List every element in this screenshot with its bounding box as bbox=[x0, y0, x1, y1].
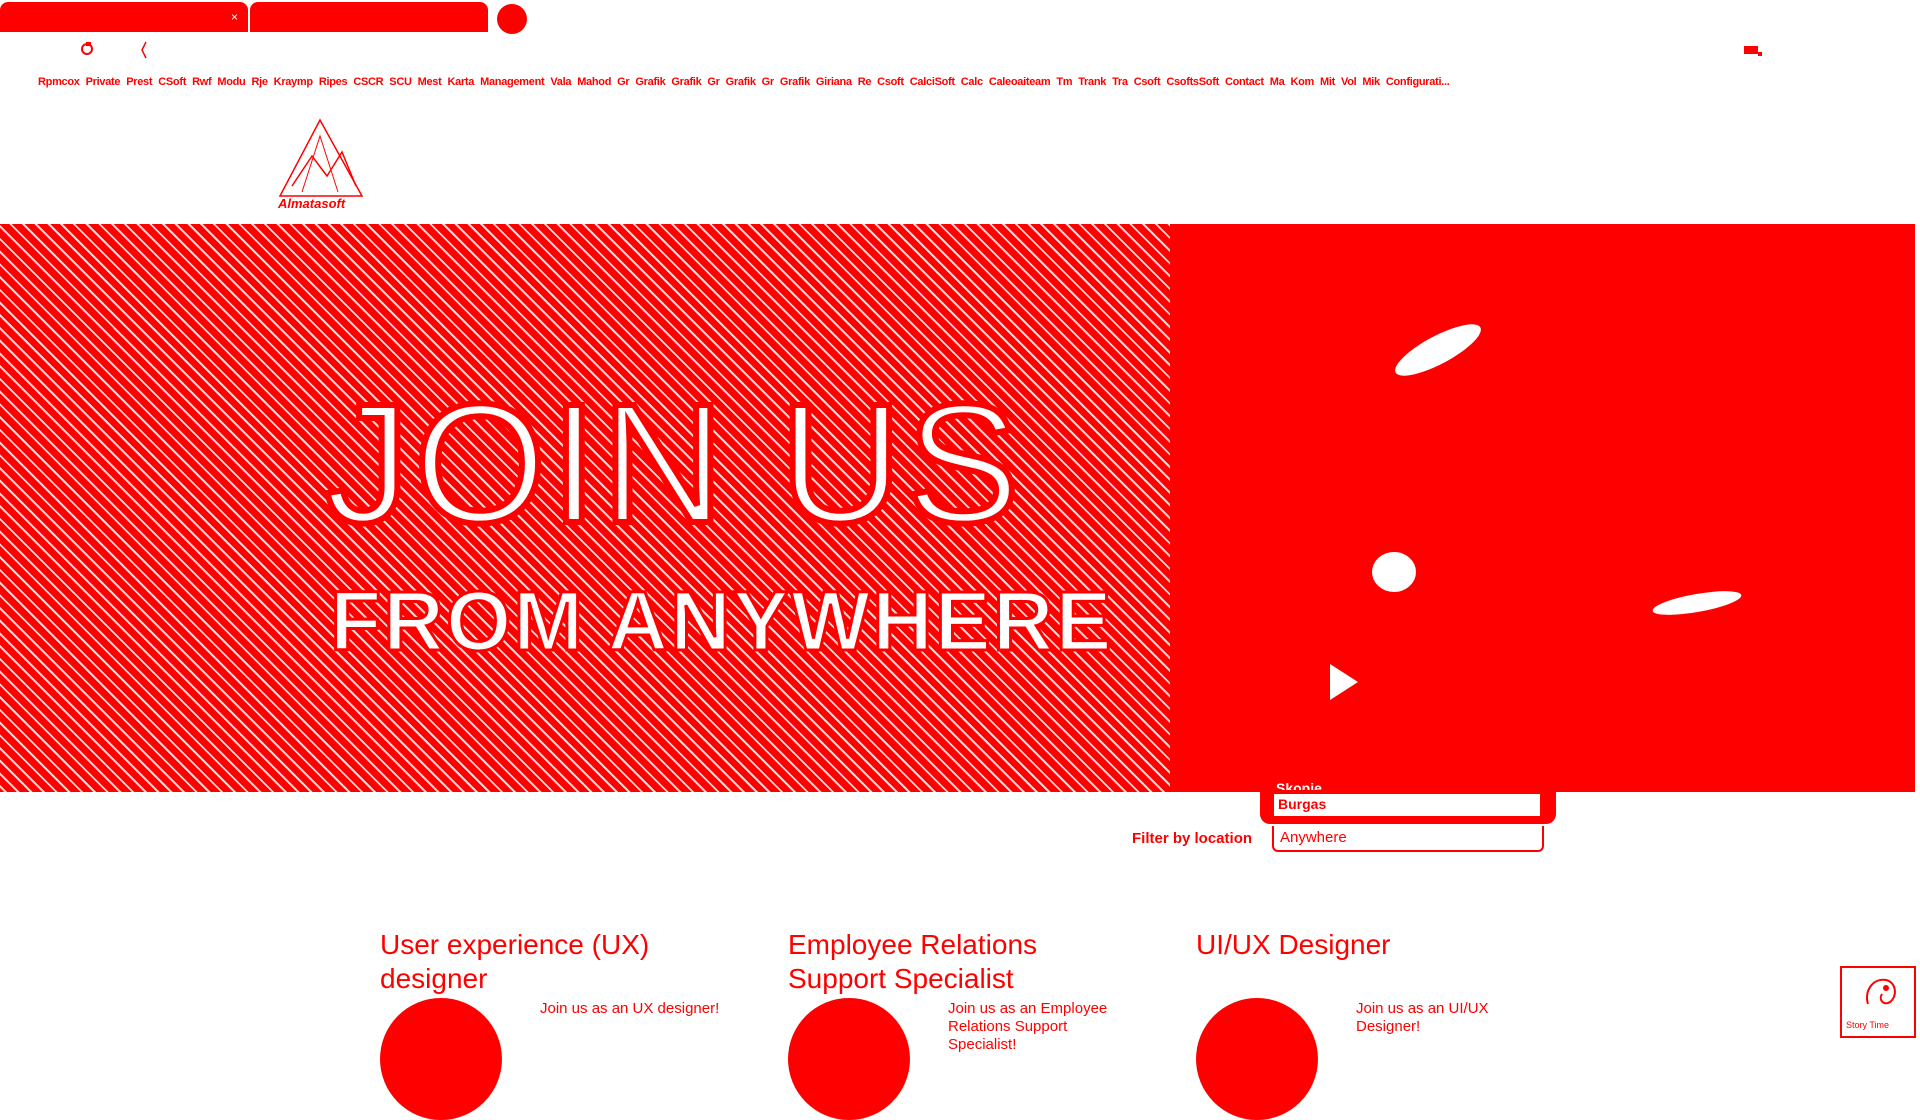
extensions-icon[interactable] bbox=[1744, 44, 1764, 63]
bookmark-item[interactable]: Gr bbox=[762, 76, 775, 88]
filter-label: Filter by location bbox=[1132, 830, 1253, 847]
job-card[interactable]: Employee Relations Support Specialist Jo… bbox=[788, 928, 1128, 1120]
address-bar-edge-icon[interactable] bbox=[140, 40, 148, 63]
bookmark-item[interactable]: Vol bbox=[1341, 76, 1357, 88]
bookmark-item[interactable]: CSCR bbox=[353, 76, 383, 88]
bookmark-item[interactable]: Karta bbox=[447, 76, 474, 88]
bookmark-item[interactable]: Private bbox=[86, 76, 121, 88]
tab-close-icon[interactable]: × bbox=[231, 10, 238, 24]
location-filter-value: Anywhere bbox=[1280, 829, 1347, 846]
hero-banner: JOIN US FROM ANYWHERE bbox=[0, 224, 1915, 792]
bookmark-item[interactable]: Modu bbox=[217, 76, 245, 88]
bookmark-item[interactable]: CalciSoft bbox=[910, 76, 955, 88]
bookmark-item[interactable]: Rwf bbox=[192, 76, 212, 88]
bookmark-item[interactable]: CsoftsSoft bbox=[1166, 76, 1219, 88]
story-widget[interactable]: Story Time bbox=[1840, 966, 1916, 1038]
job-description: Join us as an UX designer! bbox=[540, 1000, 720, 1017]
job-title[interactable]: User experience (UX) designer bbox=[380, 928, 720, 996]
job-image bbox=[1196, 998, 1318, 1120]
bookmark-item[interactable]: Kom bbox=[1290, 76, 1314, 88]
bookmark-item[interactable]: Prest bbox=[126, 76, 152, 88]
bookmark-item[interactable]: Grafik bbox=[726, 76, 756, 88]
bookmark-item[interactable]: SCU bbox=[389, 76, 412, 88]
bookmark-item[interactable]: Gr bbox=[617, 76, 630, 88]
browser-tab[interactable] bbox=[250, 2, 488, 32]
bookmark-item[interactable]: Grafik bbox=[780, 76, 810, 88]
bookmark-item[interactable]: Gr bbox=[707, 76, 720, 88]
hero-title: JOIN US bbox=[322, 369, 1024, 559]
bookmark-item[interactable]: Re bbox=[858, 76, 872, 88]
bookmark-item[interactable]: Kraymp bbox=[274, 76, 313, 88]
bookmark-item[interactable]: Caleoaiteam bbox=[989, 76, 1051, 88]
job-card[interactable]: User experience (UX) designer Join us as… bbox=[380, 928, 720, 1120]
job-description: Join us as an UI/UX Designer! bbox=[1356, 1000, 1489, 1035]
job-image bbox=[788, 998, 910, 1120]
bookmark-item[interactable]: Ripes bbox=[319, 76, 348, 88]
bookmark-item[interactable]: Tra bbox=[1112, 76, 1128, 88]
job-image bbox=[380, 998, 502, 1120]
new-tab-button[interactable] bbox=[497, 4, 527, 34]
bookmark-item[interactable]: Grafik bbox=[635, 76, 665, 88]
hero-highlight bbox=[1389, 315, 1487, 385]
job-card[interactable]: UI/UX Designer Join us as an UI/UX Desig… bbox=[1196, 928, 1536, 1120]
bookmark-item[interactable]: Mik bbox=[1362, 76, 1380, 88]
job-title[interactable]: UI/UX Designer bbox=[1196, 928, 1536, 962]
bookmark-item[interactable]: Rje bbox=[251, 76, 268, 88]
bookmark-item[interactable]: Giriana bbox=[816, 76, 852, 88]
location-option-highlighted[interactable]: Burgas bbox=[1274, 794, 1540, 816]
logo-text: Almatasoft bbox=[277, 196, 346, 210]
bookmark-item[interactable]: CSoft bbox=[158, 76, 186, 88]
bookmark-item[interactable]: Vala bbox=[550, 76, 571, 88]
location-option-label: Burgas bbox=[1278, 796, 1327, 812]
location-filter-select[interactable]: Anywhere bbox=[1272, 826, 1544, 852]
bookmark-item[interactable]: Tm bbox=[1056, 76, 1072, 88]
browser-toolbar bbox=[0, 38, 1920, 66]
bookmark-item[interactable]: Grafik bbox=[671, 76, 701, 88]
play-icon bbox=[1330, 664, 1358, 700]
bookmark-item[interactable]: Ma bbox=[1270, 76, 1285, 88]
reload-icon[interactable] bbox=[80, 42, 94, 59]
job-description: Join us as an Employee Relations Support… bbox=[948, 1000, 1108, 1053]
story-widget-label: Story Time bbox=[1846, 1020, 1890, 1030]
bookmark-item[interactable]: Mahod bbox=[577, 76, 611, 88]
hero-subtitle: FROM ANYWHERE bbox=[329, 574, 1114, 668]
bookmarks-bar: Rpmcox Private Prest CSoft Rwf Modu Rje Kraymp R… bbox=[38, 76, 1558, 94]
company-logo[interactable]: Almatasoft bbox=[272, 116, 372, 211]
bookmark-item[interactable]: Calc bbox=[961, 76, 983, 88]
bookmark-item[interactable]: Csoft bbox=[877, 76, 904, 88]
browser-tab-active[interactable]: × bbox=[0, 2, 248, 32]
location-dropdown-list[interactable]: Skopje Burgas bbox=[1260, 604, 1556, 824]
hero-highlight bbox=[1651, 586, 1743, 620]
story-widget-icon bbox=[1866, 978, 1896, 1005]
bookmark-item[interactable]: Trank bbox=[1078, 76, 1106, 88]
bookmark-item[interactable]: Management bbox=[480, 76, 545, 88]
browser-tab-strip: × bbox=[0, 0, 1920, 34]
location-option[interactable]: Skopje bbox=[1276, 780, 1322, 790]
bookmark-item[interactable]: Contact bbox=[1225, 76, 1264, 88]
bookmark-item[interactable]: Csoft bbox=[1134, 76, 1161, 88]
bookmark-item[interactable]: Mit bbox=[1320, 76, 1335, 88]
bookmark-item[interactable]: Mest bbox=[418, 76, 442, 88]
job-title[interactable]: Employee Relations Support Specialist bbox=[788, 928, 1128, 996]
bookmark-item[interactable]: Configurati... bbox=[1386, 76, 1450, 88]
hero-highlight bbox=[1372, 552, 1416, 592]
bookmark-item[interactable]: Rpmcox bbox=[38, 76, 80, 88]
